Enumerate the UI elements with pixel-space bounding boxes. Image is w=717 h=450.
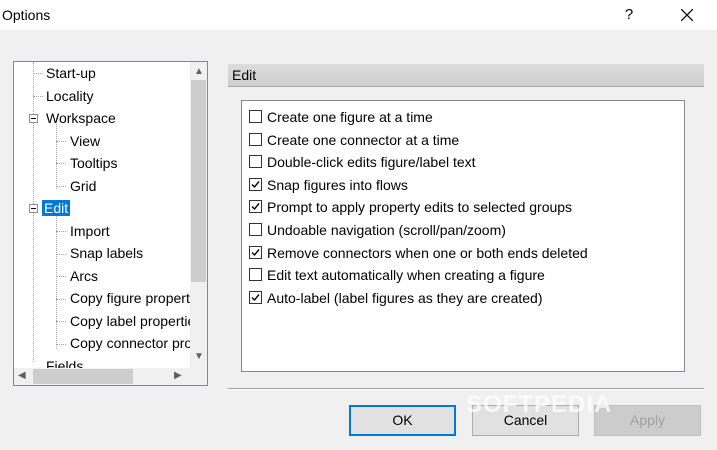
- tree-item-edit[interactable]: Edit: [42, 198, 71, 219]
- option-label: Auto-label (label figures as they are cr…: [267, 289, 543, 306]
- tree-line: [56, 231, 66, 233]
- watermark: SOFTPEDIA: [466, 391, 613, 418]
- check-icon: [251, 248, 260, 256]
- tree-item-label: Arcs: [70, 268, 98, 284]
- tree-line: [56, 299, 66, 301]
- divider: [228, 388, 704, 390]
- tree-item-fields[interactable]: Fields: [44, 356, 85, 368]
- tree-line: [56, 186, 66, 188]
- tree-item-label: Workspace: [46, 110, 116, 126]
- window-title: Options: [2, 7, 51, 23]
- tree-item-snap-labels[interactable]: Snap labels: [68, 243, 145, 264]
- checkbox-checked[interactable]: [249, 177, 262, 191]
- scroll-up-icon[interactable]: ▲: [194, 66, 204, 78]
- checkbox-checked[interactable]: [249, 245, 262, 259]
- title-bar: Options ?: [0, 0, 717, 30]
- tree-item-label: Import: [70, 223, 110, 239]
- check-icon: [251, 203, 260, 211]
- option-label: Create one figure at a time: [267, 109, 433, 125]
- close-button[interactable]: [672, 0, 702, 30]
- tree-item-label: Edit: [42, 200, 71, 216]
- tree-item-label: Copy figure properties: [70, 290, 190, 306]
- tree-item-label: Grid: [70, 178, 97, 194]
- scroll-down-icon[interactable]: ▼: [194, 351, 204, 363]
- close-icon: [681, 9, 693, 21]
- tree-item-label: Tooltips: [70, 155, 118, 171]
- tree-line: [56, 124, 58, 189]
- tree-item-view[interactable]: View: [68, 131, 102, 152]
- tree-item-workspace[interactable]: Workspace: [44, 108, 118, 129]
- tree-item-label: Snap labels: [70, 245, 144, 261]
- tree-line: [33, 96, 43, 98]
- tree-horizontal-scrollbar[interactable]: ◀ ▶: [14, 368, 190, 385]
- tree-item-label: Copy label properties: [70, 313, 190, 329]
- tree-item-label: Locality: [46, 88, 94, 104]
- tree-line: [56, 254, 66, 256]
- tree-line: [56, 163, 66, 165]
- checkbox-unchecked[interactable]: [249, 110, 262, 123]
- options-panel: Create one figure at a time Create one co…: [241, 100, 685, 372]
- check-icon: [251, 293, 260, 301]
- checkbox-unchecked[interactable]: [249, 155, 262, 169]
- checkbox-unchecked[interactable]: [249, 223, 262, 236]
- section-title: Edit: [232, 67, 257, 83]
- category-tree[interactable]: Start-up Locality Workspace View Tooltip…: [13, 61, 208, 386]
- scroll-left-icon[interactable]: ◀: [18, 370, 26, 382]
- tree-item-label: View: [70, 133, 101, 149]
- tree-item-tooltips[interactable]: Tooltips: [68, 153, 119, 174]
- option-label: Double-click edits figure/label text: [267, 154, 476, 171]
- option-label: Snap figures into flows: [267, 176, 408, 193]
- collapse-edit-icon[interactable]: [29, 204, 38, 213]
- option-label: Create one connector at a time: [267, 131, 460, 148]
- tree-item-locality[interactable]: Locality: [44, 86, 95, 107]
- tree-line: [56, 321, 66, 323]
- tree-line: [33, 73, 43, 75]
- checkbox-checked[interactable]: [249, 200, 262, 214]
- horizontal-scroll-thumb[interactable]: [33, 369, 133, 384]
- tree-item-start-up[interactable]: Start-up: [44, 63, 98, 84]
- tree-line: [56, 344, 66, 346]
- ok-button[interactable]: OK: [349, 405, 456, 436]
- tree-item-import[interactable]: Import: [68, 221, 112, 242]
- tree-vertical-scrollbar[interactable]: ▲ ▼: [190, 62, 207, 368]
- tree-item-copy-connector-properties[interactable]: Copy connector properties: [68, 333, 190, 354]
- scrollbar-corner: [190, 368, 207, 385]
- help-button[interactable]: ?: [614, 0, 644, 30]
- option-label: Edit text automatically when creating a …: [267, 267, 545, 284]
- option-label: Prompt to apply property edits to select…: [267, 199, 573, 216]
- tree-item-copy-label-properties[interactable]: Copy label properties: [68, 311, 190, 332]
- tree-item-arcs[interactable]: Arcs: [68, 266, 100, 287]
- tree-item-label: Start-up: [46, 65, 96, 81]
- tree-line: [56, 141, 66, 143]
- scroll-right-icon[interactable]: ▶: [174, 370, 182, 382]
- checkbox-unchecked[interactable]: [249, 132, 262, 146]
- option-label: Undoable navigation (scroll/pan/zoom): [267, 222, 506, 238]
- tree-item-label: Fields: [46, 358, 84, 368]
- vertical-scroll-thumb[interactable]: [191, 80, 206, 282]
- option-label: Remove connectors when one or both ends …: [267, 244, 588, 261]
- checkbox-unchecked[interactable]: [249, 268, 262, 282]
- tree-content: Start-up Locality Workspace View Tooltip…: [14, 62, 190, 368]
- tree-line: [56, 214, 58, 349]
- checkbox-checked[interactable]: [249, 290, 262, 304]
- section-header: Edit: [228, 64, 704, 87]
- check-icon: [251, 180, 260, 188]
- collapse-workspace-icon[interactable]: [29, 114, 38, 123]
- tree-item-grid[interactable]: Grid: [68, 176, 98, 197]
- tree-item-label: Copy connector properties: [70, 335, 190, 351]
- tree-line: [56, 276, 66, 278]
- tree-item-copy-figure-properties[interactable]: Copy figure properties: [68, 288, 190, 309]
